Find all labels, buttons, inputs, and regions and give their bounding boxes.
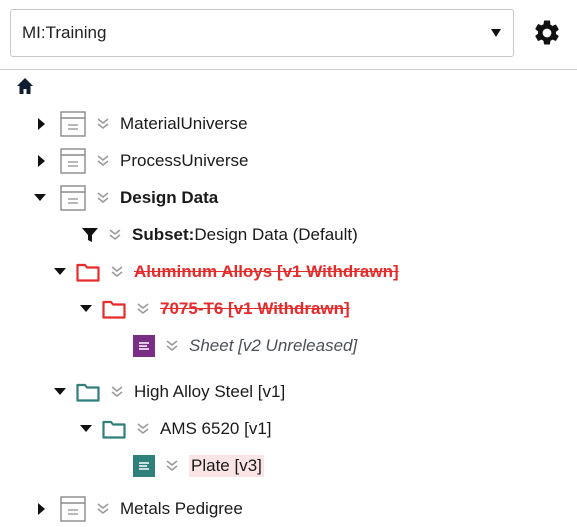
chevron-double-down-icon[interactable] [110,385,124,399]
collapse-arrow-icon[interactable] [80,303,92,315]
collapse-arrow-icon[interactable] [34,192,46,204]
subset-name: Design Data (Default) [194,224,358,244]
tree-label[interactable]: 7075-T6 [v1 Withdrawn] [160,299,350,319]
toolbar-divider [0,69,577,70]
tree-row-metals-pedigree[interactable]: Metals Pedigree [36,490,243,527]
table-icon [60,147,86,174]
dropdown-arrow-icon[interactable] [479,29,513,37]
home-icon[interactable] [16,77,34,95]
tree-label[interactable]: Plate [v3] [189,454,264,477]
expand-arrow-icon[interactable] [36,117,46,130]
chevron-double-down-icon[interactable] [108,228,122,242]
record-icon [133,334,155,357]
tree-label[interactable]: Aluminum Alloys [v1 Withdrawn] [134,262,399,282]
tree-label[interactable]: AMS 6520 [v1] [160,419,272,439]
folder-icon [102,419,126,439]
record-icon [133,454,155,477]
tree-row-subset[interactable]: Subset:Design Data (Default) [82,216,358,253]
tree-row-plate[interactable]: Plate [v3] [133,447,264,484]
tree-label[interactable]: MaterialUniverse [120,114,248,134]
chevron-double-down-icon[interactable] [110,265,124,279]
folder-icon [102,299,126,319]
chevron-double-down-icon[interactable] [96,154,110,168]
tree-row-high-alloy-steel[interactable]: High Alloy Steel [v1] [54,373,285,410]
tree-label[interactable]: Design Data [120,188,218,208]
tree-label[interactable]: Metals Pedigree [120,499,243,519]
chevron-double-down-icon[interactable] [96,502,110,516]
tree-row-aluminum-alloys[interactable]: Aluminum Alloys [v1 Withdrawn] [54,253,399,290]
folder-icon [76,382,100,402]
folder-icon [76,262,100,282]
database-select-value: MI:Training [22,23,107,42]
table-icon [60,495,86,522]
tree-row-ams-6520[interactable]: AMS 6520 [v1] [80,410,272,447]
chevron-double-down-icon[interactable] [96,117,110,131]
subset-prefix: Subset: [132,224,195,244]
tree-row-design-data[interactable]: Design Data [34,179,218,216]
chevron-double-down-icon[interactable] [96,191,110,205]
filter-icon[interactable] [82,227,98,243]
gear-icon[interactable] [532,18,562,48]
tree-row-process-universe[interactable]: ProcessUniverse [36,142,249,179]
chevron-double-down-icon[interactable] [136,422,150,436]
tree-row-material-universe[interactable]: MaterialUniverse [36,105,248,142]
chevron-double-down-icon[interactable] [136,302,150,316]
tree-label[interactable]: ProcessUniverse [120,151,249,171]
tree-label[interactable]: Sheet [v2 Unreleased] [189,336,357,356]
tree-label[interactable]: High Alloy Steel [v1] [134,382,285,402]
tree-row-sheet[interactable]: Sheet [v2 Unreleased] [133,327,357,364]
expand-arrow-icon[interactable] [36,502,46,515]
tree-label[interactable]: Subset:Design Data (Default) [132,225,358,245]
table-icon [60,184,86,211]
collapse-arrow-icon[interactable] [54,266,66,278]
database-select[interactable]: MI:Training [10,9,514,57]
collapse-arrow-icon[interactable] [54,386,66,398]
tree-row-7075-t6[interactable]: 7075-T6 [v1 Withdrawn] [80,290,350,327]
expand-arrow-icon[interactable] [36,154,46,167]
chevron-double-down-icon[interactable] [165,459,179,473]
table-icon [60,110,86,137]
collapse-arrow-icon[interactable] [80,423,92,435]
chevron-double-down-icon[interactable] [165,339,179,353]
